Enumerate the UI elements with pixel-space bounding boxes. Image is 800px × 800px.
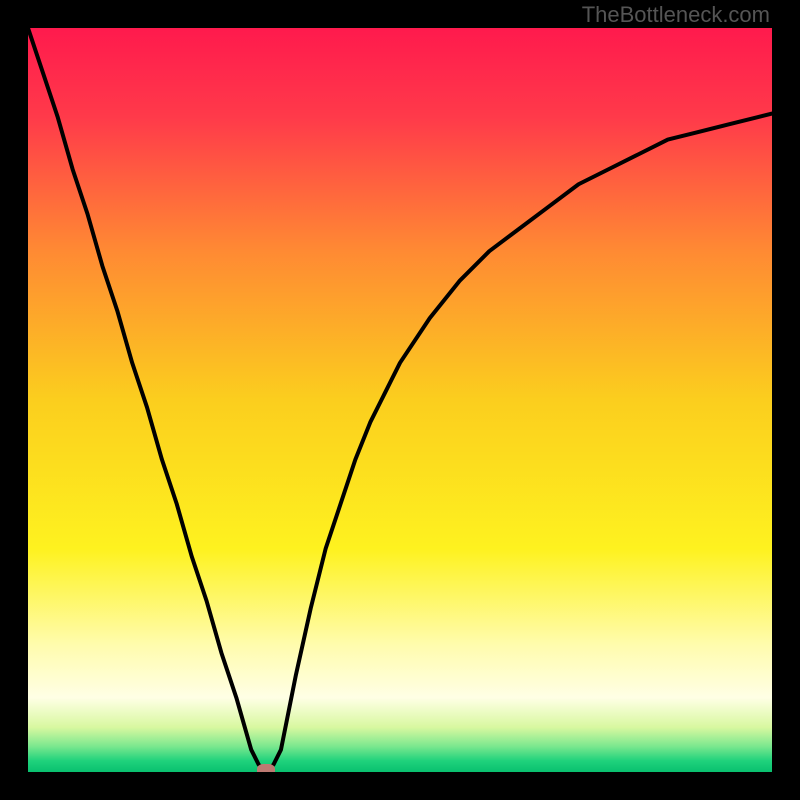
watermark-text: TheBottleneck.com [582, 2, 770, 28]
chart-frame: TheBottleneck.com [0, 0, 800, 800]
plot-area [28, 28, 772, 772]
bottleneck-curve [28, 28, 772, 772]
optimum-marker [257, 764, 275, 772]
